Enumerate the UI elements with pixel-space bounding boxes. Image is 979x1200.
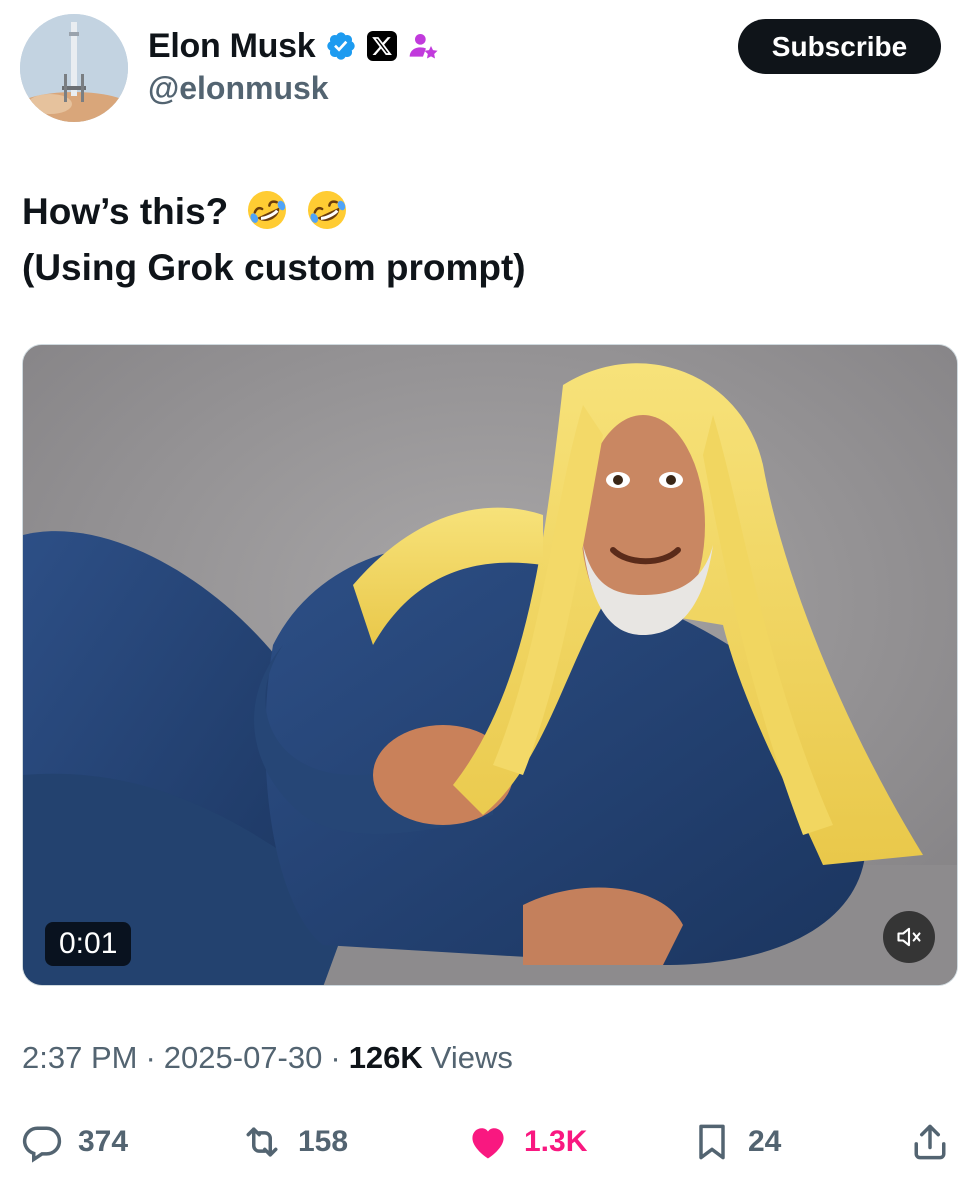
tweet-header: Elon Musk @elonmusk Subscribe [0, 0, 979, 130]
views-count: 126K [348, 1040, 423, 1075]
tweet-date[interactable]: 2025-07-30 [164, 1040, 323, 1076]
bookmark-icon [699, 1124, 725, 1160]
repost-count: 158 [298, 1125, 349, 1158]
subscribe-button[interactable]: Subscribe [738, 19, 941, 74]
like-count: 1.3K [524, 1125, 588, 1158]
rolling-laughing-emoji-icon [247, 191, 286, 229]
verified-badge-icon[interactable] [325, 30, 357, 62]
display-name[interactable]: Elon Musk [148, 27, 316, 66]
author-handle[interactable]: @elonmusk [148, 70, 329, 107]
x-affiliate-icon[interactable] [367, 31, 398, 61]
views-label: Views [430, 1040, 513, 1075]
tweet-actions: 374 158 1.3K 24 [0, 1112, 979, 1172]
grok-companion-icon[interactable] [407, 30, 439, 62]
repost-button[interactable]: 158 [240, 1112, 348, 1172]
reply-icon [22, 1126, 62, 1163]
tweet-text-question: How’s this? [22, 191, 229, 232]
share-icon [914, 1124, 946, 1160]
bookmark-button[interactable]: 24 [690, 1112, 781, 1172]
like-button[interactable]: 1.3K [466, 1112, 587, 1172]
share-button[interactable] [908, 1112, 952, 1172]
bookmark-count: 24 [748, 1125, 782, 1158]
tweet-text: How’s this? (Using Grok custom prompt) [22, 184, 952, 296]
meta-separator: · [330, 1040, 341, 1075]
video-player[interactable]: 0:01 [22, 344, 958, 986]
video-frame-image [23, 345, 957, 985]
avatar[interactable] [20, 14, 128, 122]
reply-count: 374 [78, 1125, 129, 1158]
video-elapsed-time: 0:01 [45, 922, 132, 966]
tweet-meta: 2:37 PM · 2025-07-30 · 126K Views [22, 1040, 513, 1076]
mute-button[interactable] [883, 911, 935, 963]
volume-muted-icon [897, 927, 921, 947]
repost-icon [246, 1127, 278, 1157]
reply-button[interactable]: 374 [20, 1112, 128, 1172]
author-name-row: Elon Musk [148, 24, 439, 68]
meta-separator: · [145, 1040, 156, 1075]
tweet-time[interactable]: 2:37 PM [22, 1040, 137, 1076]
tweet-text-line-2: (Using Grok custom prompt) [22, 247, 526, 288]
tweet-text-line-1: How’s this? [22, 184, 952, 240]
rolling-laughing-emoji-icon [307, 191, 346, 229]
heart-filled-icon [472, 1128, 504, 1159]
